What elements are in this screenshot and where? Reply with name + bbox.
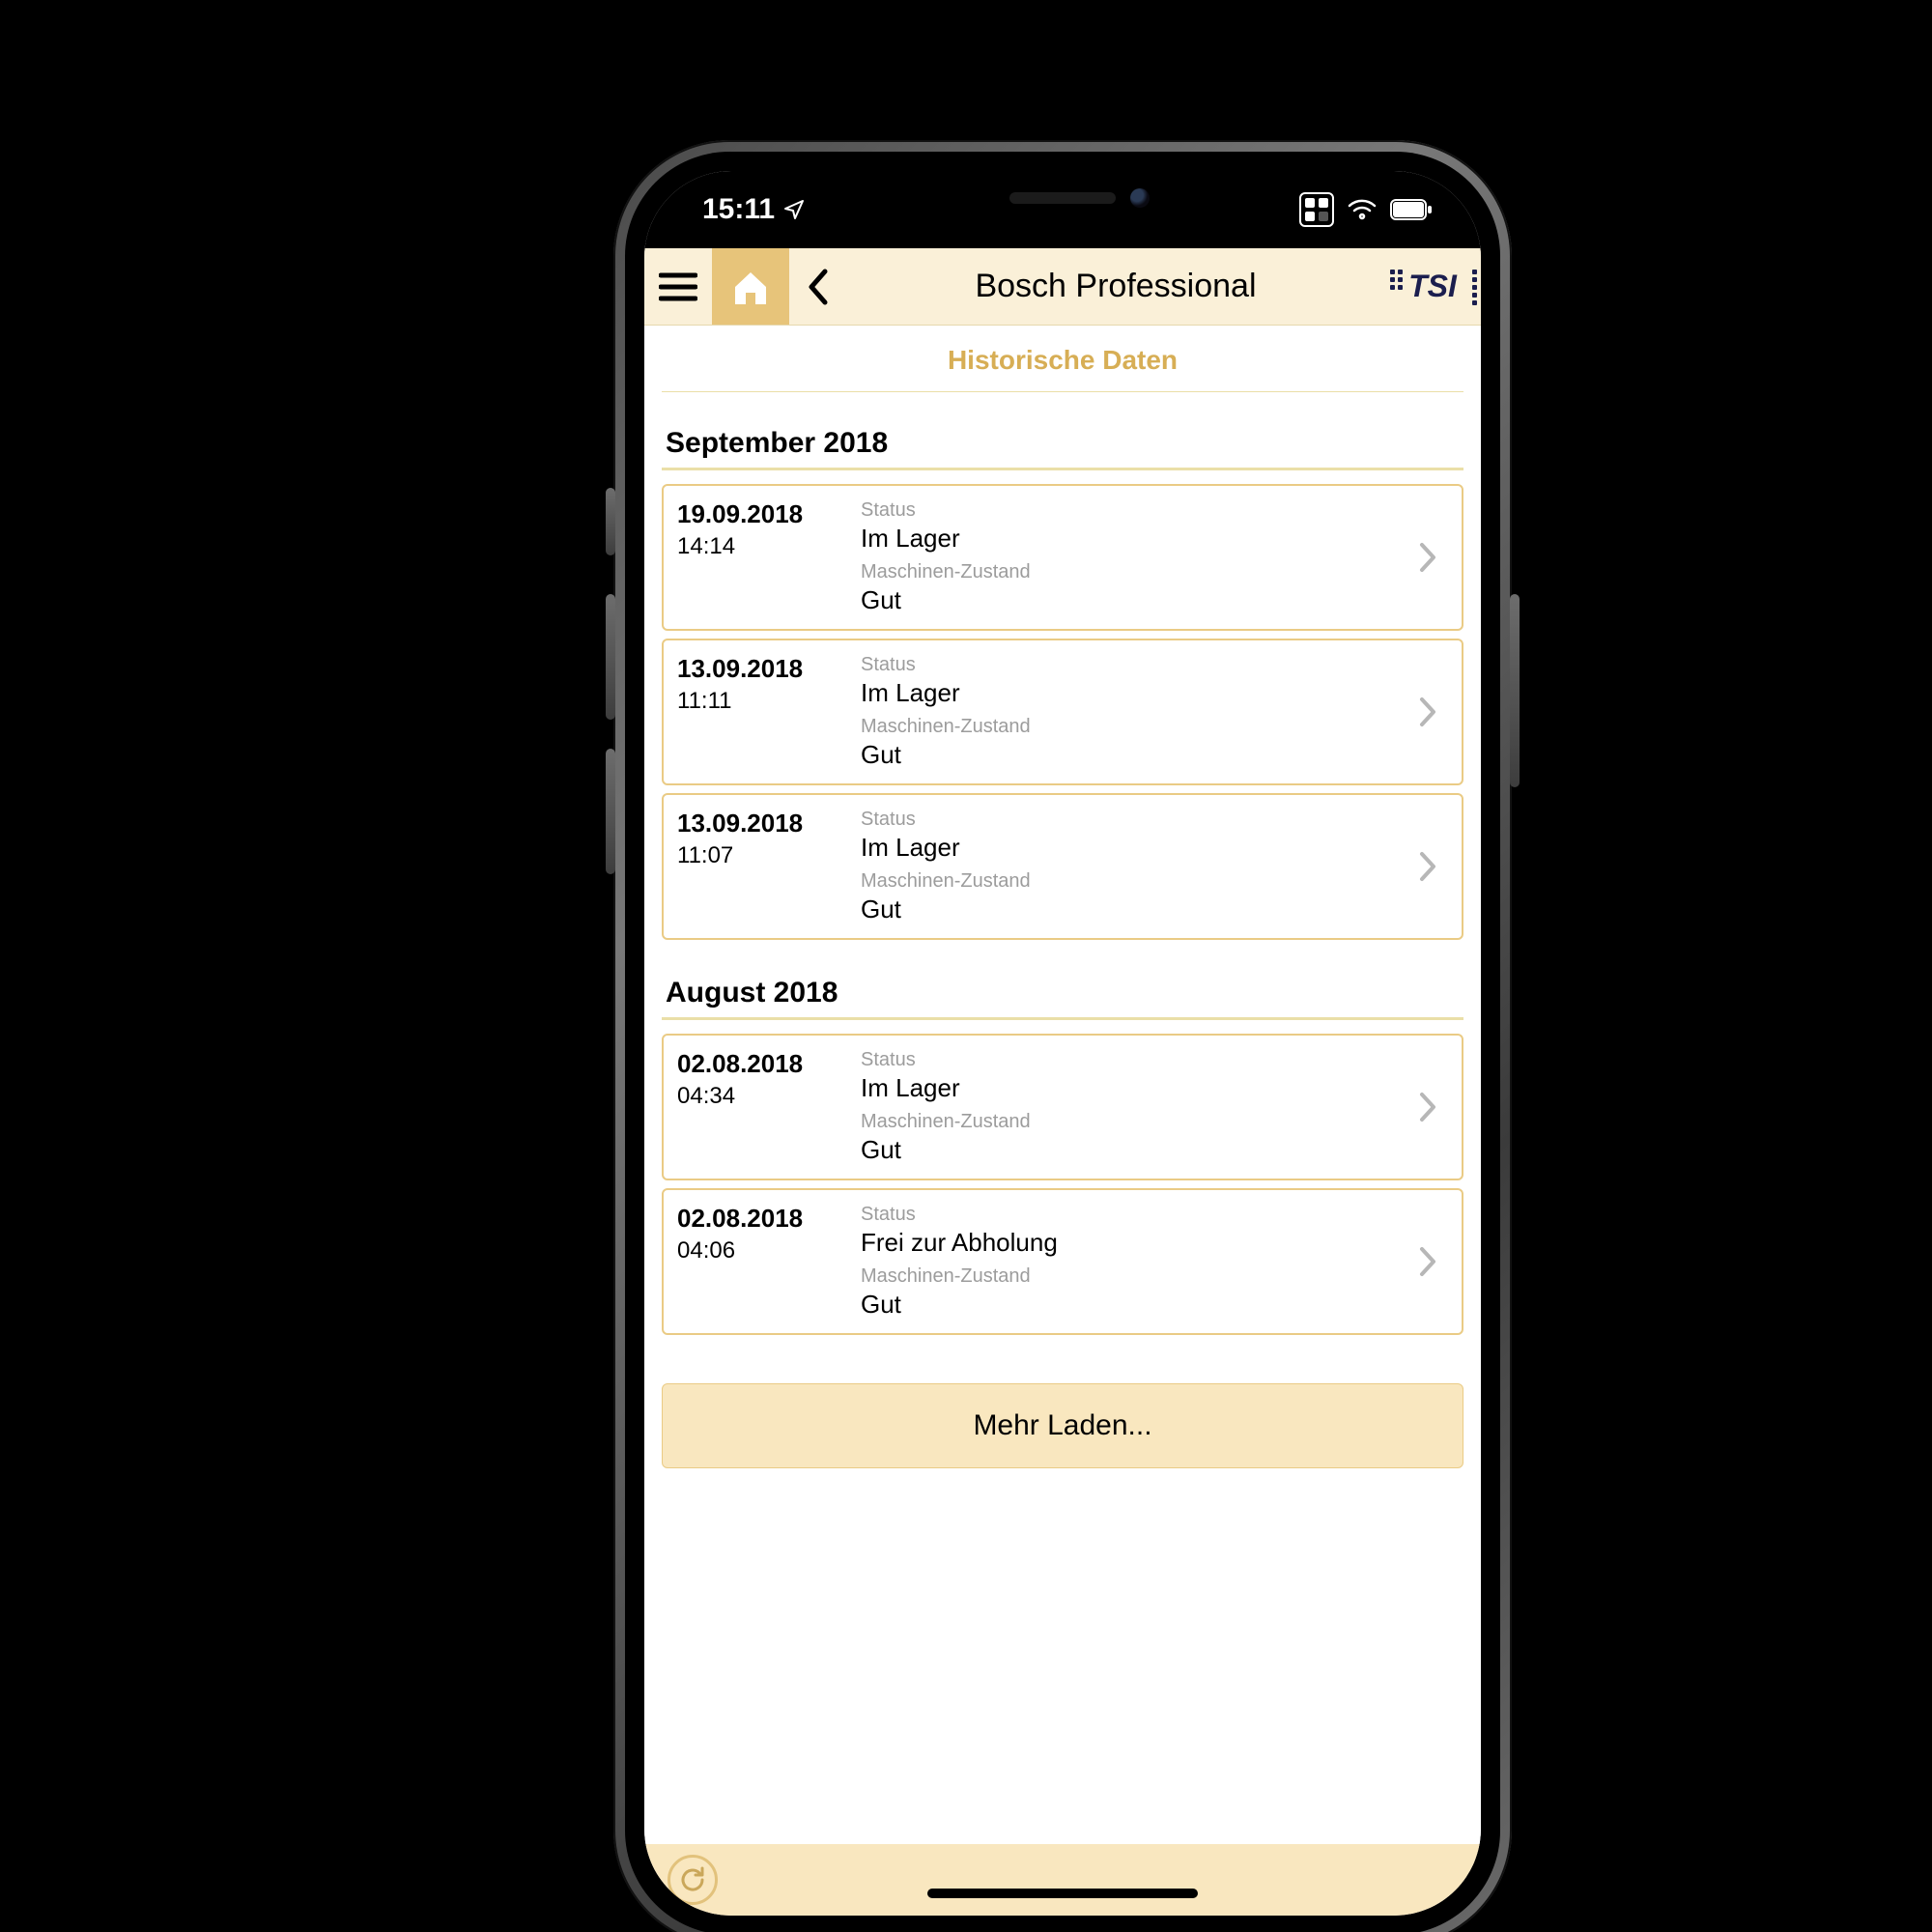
entry-time: 14:14 — [677, 533, 861, 560]
condition-value: Gut — [861, 895, 1404, 924]
status-time: 15:11 — [702, 193, 775, 226]
page-title: Bosch Professional — [847, 248, 1384, 325]
refresh-button[interactable] — [668, 1855, 718, 1905]
location-icon — [782, 198, 806, 221]
cellular-icon — [1299, 192, 1334, 227]
month-heading: August 2018 — [666, 977, 1463, 1009]
phone-frame: 15:11 — [613, 140, 1512, 1932]
history-item[interactable]: 02.08.2018 04:34StatusIm Lager Maschinen-Z… — [662, 1034, 1463, 1180]
battery-icon — [1390, 199, 1433, 220]
home-button[interactable] — [712, 248, 789, 325]
status-value: Im Lager — [861, 1073, 1404, 1103]
history-item[interactable]: 19.09.2018 14:14StatusIm Lager Maschinen-Z… — [662, 484, 1463, 631]
phone-mute-switch — [606, 488, 615, 555]
refresh-icon — [678, 1865, 707, 1894]
load-more-button[interactable]: Mehr Laden... — [662, 1383, 1463, 1468]
chevron-right-icon — [1404, 809, 1452, 924]
chevron-right-icon — [1404, 654, 1452, 770]
content-area: Historische Daten September 2018 19.09.20… — [644, 326, 1481, 1844]
footer-bar — [644, 1844, 1481, 1916]
phone-power-button — [1510, 594, 1520, 787]
menu-button[interactable] — [644, 248, 712, 325]
chevron-right-icon — [1404, 1204, 1452, 1320]
entry-time: 04:34 — [677, 1083, 861, 1110]
condition-value: Gut — [861, 740, 1404, 770]
entry-date: 19.09.2018 — [677, 499, 861, 529]
status-value: Frei zur Abholung — [861, 1228, 1404, 1258]
history-item[interactable]: 13.09.2018 11:07StatusIm Lager Maschinen-Z… — [662, 793, 1463, 940]
status-value: Im Lager — [861, 678, 1404, 708]
condition-value: Gut — [861, 1290, 1404, 1320]
chevron-right-icon — [1404, 1049, 1452, 1165]
condition-label: Maschinen-Zustand — [861, 1265, 1404, 1288]
history-item[interactable]: 02.08.2018 04:06StatusFrei zur Abholung Ma… — [662, 1188, 1463, 1335]
month-heading: September 2018 — [666, 427, 1463, 460]
phone-notch — [865, 171, 1261, 225]
condition-label: Maschinen-Zustand — [861, 1111, 1404, 1133]
condition-value: Gut — [861, 585, 1404, 615]
screen: 15:11 — [644, 171, 1481, 1916]
entry-time: 11:11 — [677, 688, 861, 715]
status-value: Im Lager — [861, 524, 1404, 554]
history-item[interactable]: 13.09.2018 11:11StatusIm Lager Maschinen-Z… — [662, 639, 1463, 785]
entry-date: 13.09.2018 — [677, 654, 861, 684]
status-label: Status — [861, 1204, 1404, 1226]
chevron-right-icon — [1404, 499, 1452, 615]
status-label: Status — [861, 499, 1404, 522]
status-label: Status — [861, 654, 1404, 676]
condition-label: Maschinen-Zustand — [861, 561, 1404, 583]
entry-time: 11:07 — [677, 842, 861, 869]
phone-volume-down — [606, 749, 615, 874]
entry-time: 04:06 — [677, 1237, 861, 1264]
phone-volume-up — [606, 594, 615, 720]
home-indicator[interactable] — [927, 1889, 1198, 1898]
chevron-left-icon — [806, 268, 831, 306]
wifi-icon — [1348, 198, 1377, 221]
condition-label: Maschinen-Zustand — [861, 870, 1404, 893]
condition-value: Gut — [861, 1135, 1404, 1165]
section-title: Historische Daten — [662, 326, 1463, 391]
status-label: Status — [861, 1049, 1404, 1071]
app-header: Bosch Professional TSI — [644, 248, 1481, 326]
divider — [662, 468, 1463, 470]
entry-date: 13.09.2018 — [677, 809, 861, 838]
divider — [662, 1017, 1463, 1020]
brand-logo: TSI — [1384, 248, 1481, 325]
entry-date: 02.08.2018 — [677, 1204, 861, 1234]
status-label: Status — [861, 809, 1404, 831]
hamburger-icon — [659, 271, 697, 302]
back-button[interactable] — [789, 248, 847, 325]
divider — [662, 391, 1463, 392]
condition-label: Maschinen-Zustand — [861, 716, 1404, 738]
status-value: Im Lager — [861, 833, 1404, 863]
entry-date: 02.08.2018 — [677, 1049, 861, 1079]
home-icon — [729, 266, 772, 308]
